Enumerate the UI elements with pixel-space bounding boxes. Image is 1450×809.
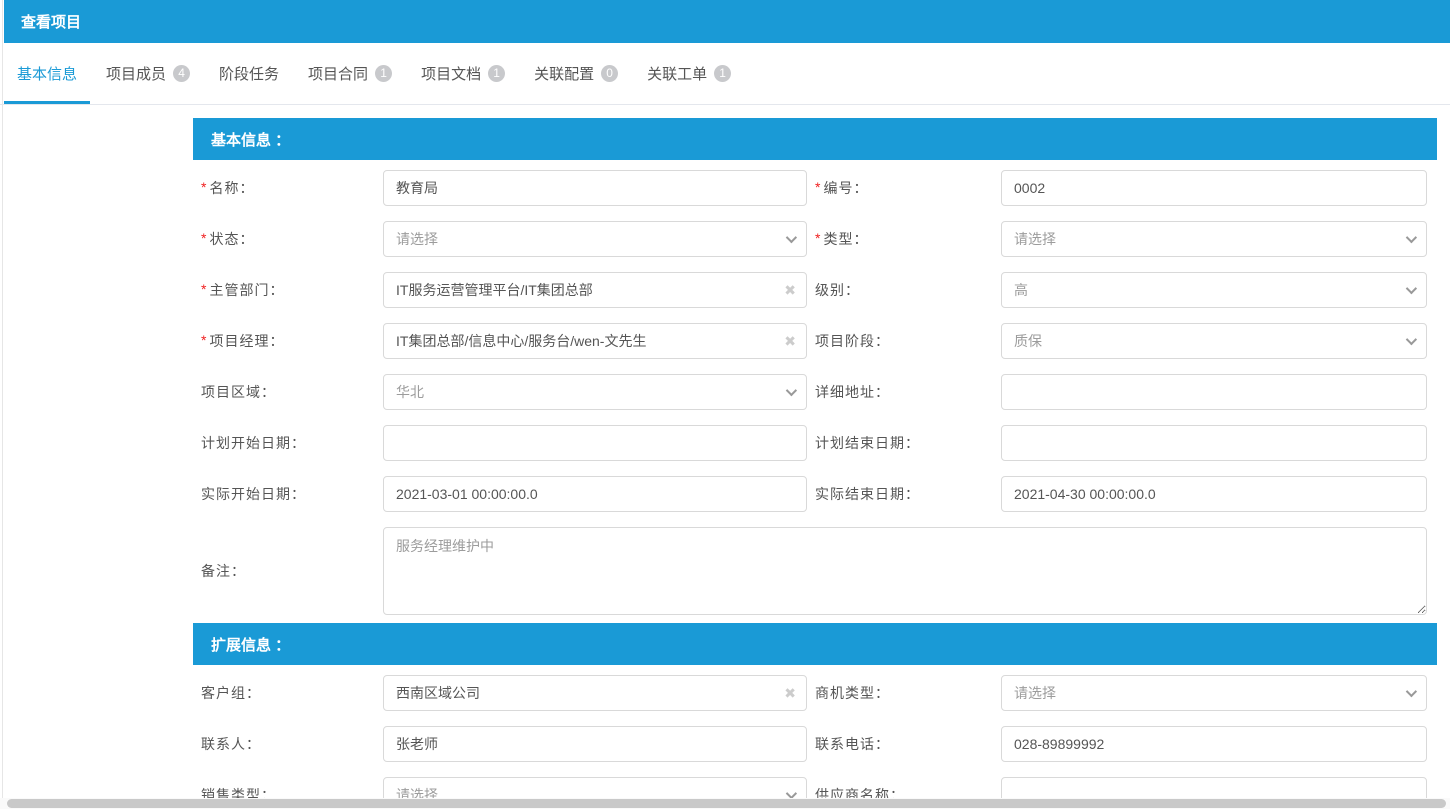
field-label-type: * 类型： [807,229,1001,249]
tab-related-tickets[interactable]: 关联工单 1 [634,43,744,104]
section-title: 基本信息 ： [211,129,290,150]
address-input[interactable] [1001,374,1427,410]
required-marker: * [201,281,206,297]
tab-label: 基本信息 [17,63,77,84]
tab-bar: 基本信息 项目成员 4 阶段任务 项目合同 1 项目文档 1 关联配置 0 关联… [0,43,1450,105]
chevron-down-icon [1406,232,1417,243]
tab-label: 关联工单 [647,63,707,84]
tab-label: 关联配置 [534,63,594,84]
required-marker: * [815,179,820,195]
field-label-actual-start: 实际开始日期： [193,484,383,504]
tab-related-configs[interactable]: 关联配置 0 [521,43,631,104]
field-label-plan-start: 计划开始日期： [193,433,383,453]
section-header-extended: 扩展信息 ： [193,623,1437,665]
status-select[interactable]: 请选择 [383,221,807,257]
horizontal-scrollbar-thumb[interactable] [7,799,1446,808]
count-badge: 1 [488,65,505,82]
field-label-customer-group: 客户组： [193,683,383,703]
actual-start-input[interactable] [383,476,807,512]
field-label-contact: 联系人： [193,734,383,754]
field-label-opportunity-type: 商机类型： [807,683,1001,703]
field-label-level: 级别： [807,280,1001,300]
manager-clear-icon[interactable]: ✖ [784,334,796,348]
required-marker: * [815,230,820,246]
field-label-manager: * 项目经理： [193,331,383,351]
tab-basic-info[interactable]: 基本信息 [4,43,90,104]
section-title: 扩展信息 ： [211,634,290,655]
chevron-down-icon [786,232,797,243]
required-marker: * [201,332,206,348]
contact-input[interactable] [383,726,807,762]
chevron-down-icon [1406,686,1417,697]
field-label-name: * 名称： [193,178,383,198]
field-label-department: * 主管部门： [193,280,383,300]
name-input[interactable] [383,170,807,206]
stage-select[interactable]: 质保 [1001,323,1427,359]
department-clear-icon[interactable]: ✖ [784,283,796,297]
page-title: 查看项目 [21,11,81,32]
field-label-actual-end: 实际结束日期： [807,484,1001,504]
customer-group-input[interactable] [383,675,807,711]
type-select[interactable]: 请选择 [1001,221,1427,257]
extended-info-grid: 客户组： ✖ 商机类型： 请选择 联系人： [193,675,1427,809]
level-select[interactable]: 高 [1001,272,1427,308]
tab-label: 阶段任务 [219,63,279,84]
tab-project-members[interactable]: 项目成员 4 [93,43,203,104]
window-titlebar: 查看项目 [4,0,1450,43]
field-label-address: 详细地址： [807,382,1001,402]
region-select[interactable]: 华北 [383,374,807,410]
required-marker: * [201,230,206,246]
view-project-page: 查看项目 基本信息 项目成员 4 阶段任务 项目合同 1 项目文档 1 关联配置… [0,0,1450,809]
basic-info-grid: * 名称： * 编号： * 状态： 请选择 [193,170,1427,615]
chevron-down-icon [1406,334,1417,345]
code-input[interactable] [1001,170,1427,206]
actual-end-input[interactable] [1001,476,1427,512]
field-label-phone: 联系电话： [807,734,1001,754]
section-header-basic: 基本信息 ： [193,118,1437,160]
count-badge: 1 [714,65,731,82]
required-marker: * [201,179,206,195]
customer-group-clear-icon[interactable]: ✖ [784,686,796,700]
field-label-remark: 备注： [193,561,383,581]
department-input[interactable] [383,272,807,308]
tab-label: 项目成员 [106,63,166,84]
plan-start-input[interactable] [383,425,807,461]
count-badge: 0 [601,65,618,82]
tab-label: 项目合同 [308,63,368,84]
field-label-region: 项目区域： [193,382,383,402]
opportunity-type-select[interactable]: 请选择 [1001,675,1427,711]
phone-input[interactable] [1001,726,1427,762]
count-badge: 1 [375,65,392,82]
tab-label: 项目文档 [421,63,481,84]
remark-textarea[interactable]: 服务经理维护中 [383,527,1427,615]
manager-input[interactable] [383,323,807,359]
horizontal-scrollbar-track [0,798,1450,809]
form-content: 基本信息 ： * 名称： * 编号： * 状态： [193,105,1437,809]
field-label-code: * 编号： [807,178,1001,198]
field-label-status: * 状态： [193,229,383,249]
chevron-down-icon [786,385,797,396]
tab-project-documents[interactable]: 项目文档 1 [408,43,518,104]
tab-project-contracts[interactable]: 项目合同 1 [295,43,405,104]
chevron-down-icon [1406,283,1417,294]
tab-stage-tasks[interactable]: 阶段任务 [206,43,292,104]
field-label-stage: 项目阶段： [807,331,1001,351]
count-badge: 4 [173,65,190,82]
plan-end-input[interactable] [1001,425,1427,461]
field-label-plan-end: 计划结束日期： [807,433,1001,453]
